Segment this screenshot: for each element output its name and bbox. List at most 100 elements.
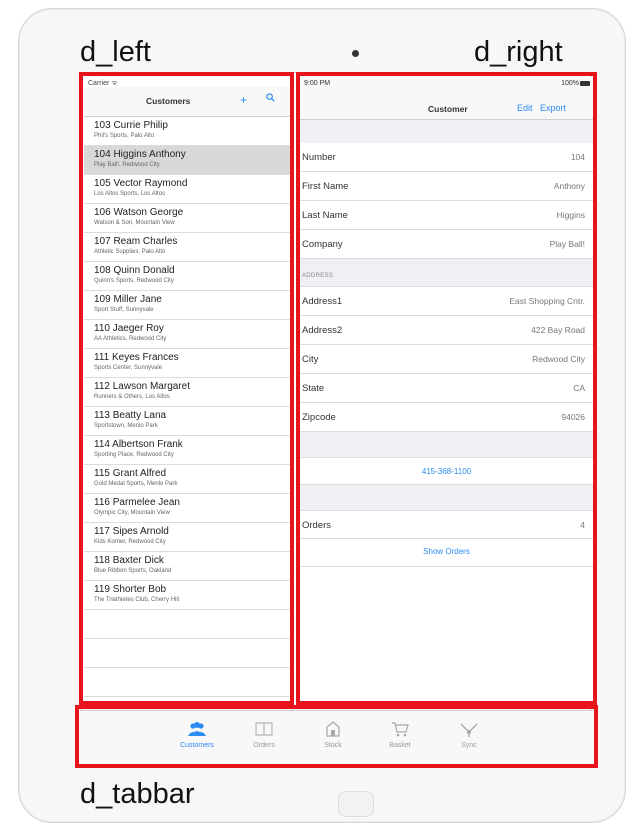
customer-company: Watson & Son, Mountain View [94, 220, 175, 226]
customer-row[interactable]: 110 Jaeger Roy AA Athletics, Redwood City [84, 320, 290, 349]
orders-row[interactable]: Orders 4 [300, 510, 593, 539]
customer-row[interactable]: 119 Shorter Bob The Triathletes Club, Che… [84, 581, 290, 610]
customer-name: 107 Ream Charles [94, 236, 178, 247]
customer-name: 108 Quinn Donald [94, 265, 175, 276]
customer-name: 117 Sipes Arnold [94, 526, 169, 537]
battery-percent: 100% [561, 80, 579, 87]
field-row[interactable]: Number 104 [300, 143, 593, 172]
status-time: 9:00 PM [304, 80, 331, 87]
tab-stock[interactable]: Stock [303, 717, 363, 749]
field-value: Play Ball! [549, 239, 585, 249]
customer-row[interactable]: 105 Vector Raymond Los Altos Sports, Los … [84, 175, 290, 204]
label-d-tabbar: d_tabbar [80, 778, 195, 810]
field-label: Address2 [302, 325, 343, 336]
customer-company: Sport Stuff, Sunnyvale [94, 307, 154, 313]
field-row[interactable]: Zipcode 94026 [300, 403, 593, 432]
customer-name: 113 Beatty Lana [94, 410, 167, 421]
field-row[interactable]: City Redwood City [300, 345, 593, 374]
customer-name: 111 Keyes Frances [94, 352, 179, 363]
customer-navbar: 9:00 PM 100% Customer Edit Export [300, 77, 593, 120]
home-button[interactable] [338, 791, 374, 817]
customer-company: Olympic City, Mountain View [94, 510, 170, 516]
customer-title: Customer [428, 104, 468, 114]
customer-row[interactable]: 108 Quinn Donald Quinn's Sports, Redwood … [84, 262, 290, 291]
section-gap [300, 485, 593, 510]
customer-company: Los Altos Sports, Los Altos [94, 191, 166, 197]
field-value: 422 Bay Road [531, 325, 585, 335]
tab-label: Orders [253, 742, 275, 749]
empty-row [84, 639, 290, 668]
battery-icon [580, 81, 590, 86]
stock-icon [303, 717, 363, 741]
customer-row[interactable]: 103 Currie Philip Phil's Sports, Palo Alt… [84, 117, 290, 146]
customer-name: 115 Grant Alfred [94, 468, 167, 479]
tab-label: Customers [180, 742, 214, 749]
customer-company: Sportstown, Menlo Park [94, 423, 158, 429]
empty-row [84, 610, 290, 639]
customer-row[interactable]: 109 Miller Jane Sport Stuff, Sunnyvale [84, 291, 290, 320]
field-row[interactable]: Address2 422 Bay Road [300, 316, 593, 345]
tab-orders[interactable]: Orders [234, 717, 294, 749]
customer-name: 110 Jaeger Roy [94, 323, 164, 334]
show-orders-button[interactable]: Show Orders [300, 539, 593, 567]
field-label: Zipcode [302, 412, 336, 423]
plus-icon[interactable]: + [240, 93, 247, 107]
customer-row[interactable]: 107 Ream Charles Athletic Supplies, Palo … [84, 233, 290, 262]
tab-label: Basket [389, 742, 411, 749]
field-label: City [302, 354, 319, 365]
tab-customers[interactable]: Customers [167, 717, 227, 749]
orders-icon [234, 717, 294, 741]
customer-company: Athletic Supplies, Palo Alto [94, 249, 166, 255]
field-value: Redwood City [532, 354, 585, 364]
customer-name: 118 Baxter Dick [94, 555, 164, 566]
field-value: East Shopping Cntr. [509, 296, 585, 306]
search-icon[interactable] [266, 93, 275, 105]
customer-row[interactable]: 116 Parmelee Jean Olympic City, Mountain … [84, 494, 290, 523]
customer-company: Sporting Place, Redwood City [94, 452, 174, 458]
field-label: Address1 [302, 296, 343, 307]
sync-icon [439, 717, 499, 741]
field-value: 94026 [561, 412, 585, 422]
phone-link[interactable]: 415-368-1100 [300, 457, 593, 485]
field-row[interactable]: Company Play Ball! [300, 230, 593, 259]
customer-company: Gold Medal Sports, Menlo Park [94, 481, 178, 487]
empty-row [84, 668, 290, 697]
customer-name: 112 Lawson Margaret [94, 381, 190, 392]
customer-name: 106 Watson George [94, 207, 184, 218]
customer-row[interactable]: 104 Higgins Anthony Play Ball!, Redwood C… [84, 146, 290, 175]
field-row[interactable]: First Name Anthony [300, 172, 593, 201]
customers-title: Customers [146, 96, 191, 106]
customer-name: 103 Currie Philip [94, 120, 168, 131]
field-value: 104 [570, 152, 585, 162]
label-d-right: d_right [474, 36, 563, 68]
customers-navbar: Customers + [84, 87, 290, 117]
field-value: CA [573, 383, 585, 393]
export-button[interactable]: Export [540, 103, 566, 113]
edit-button[interactable]: Edit [517, 103, 533, 113]
tab-label: Sync [461, 742, 477, 749]
customer-company: Kids Korner, Redwood City [94, 539, 166, 545]
tab-bar: Customers Orders Stock Basket Sync [80, 710, 594, 764]
customer-list-pane: Carrier ᯤ Customers + 103 Currie Philip P… [84, 77, 290, 701]
customer-company: Blue Ribbon Sports, Oakland [94, 568, 172, 574]
customer-row[interactable]: 113 Beatty Lana Sportstown, Menlo Park [84, 407, 290, 436]
customer-fields: Number 104 First Name Anthony Last Name Higgi… [300, 143, 593, 259]
field-row[interactable]: Last Name Higgins [300, 201, 593, 230]
customer-row[interactable]: 114 Albertson Frank Sporting Place, Redwo… [84, 436, 290, 465]
customer-name: 119 Shorter Bob [94, 584, 167, 595]
customer-company: Quinn's Sports, Redwood City [94, 278, 174, 284]
customer-row[interactable]: 111 Keyes Frances Sports Center, Sunnyval… [84, 349, 290, 378]
section-gap [300, 432, 593, 457]
customer-row[interactable]: 118 Baxter Dick Blue Ribbon Sports, Oakla… [84, 552, 290, 581]
field-row[interactable]: State CA [300, 374, 593, 403]
customer-row[interactable]: 106 Watson George Watson & Son, Mountain … [84, 204, 290, 233]
tab-basket[interactable]: Basket [370, 717, 430, 749]
field-label: Number [302, 152, 336, 163]
customer-row[interactable]: 112 Lawson Margaret Runners & Others, Los… [84, 378, 290, 407]
customer-row[interactable]: 117 Sipes Arnold Kids Korner, Redwood Cit… [84, 523, 290, 552]
field-row[interactable]: Address1 East Shopping Cntr. [300, 287, 593, 316]
tab-sync[interactable]: Sync [439, 717, 499, 749]
customer-row[interactable]: 115 Grant Alfred Gold Medal Sports, Menlo… [84, 465, 290, 494]
phone-number: 415-368-1100 [421, 467, 472, 476]
camera-dot [352, 50, 359, 57]
